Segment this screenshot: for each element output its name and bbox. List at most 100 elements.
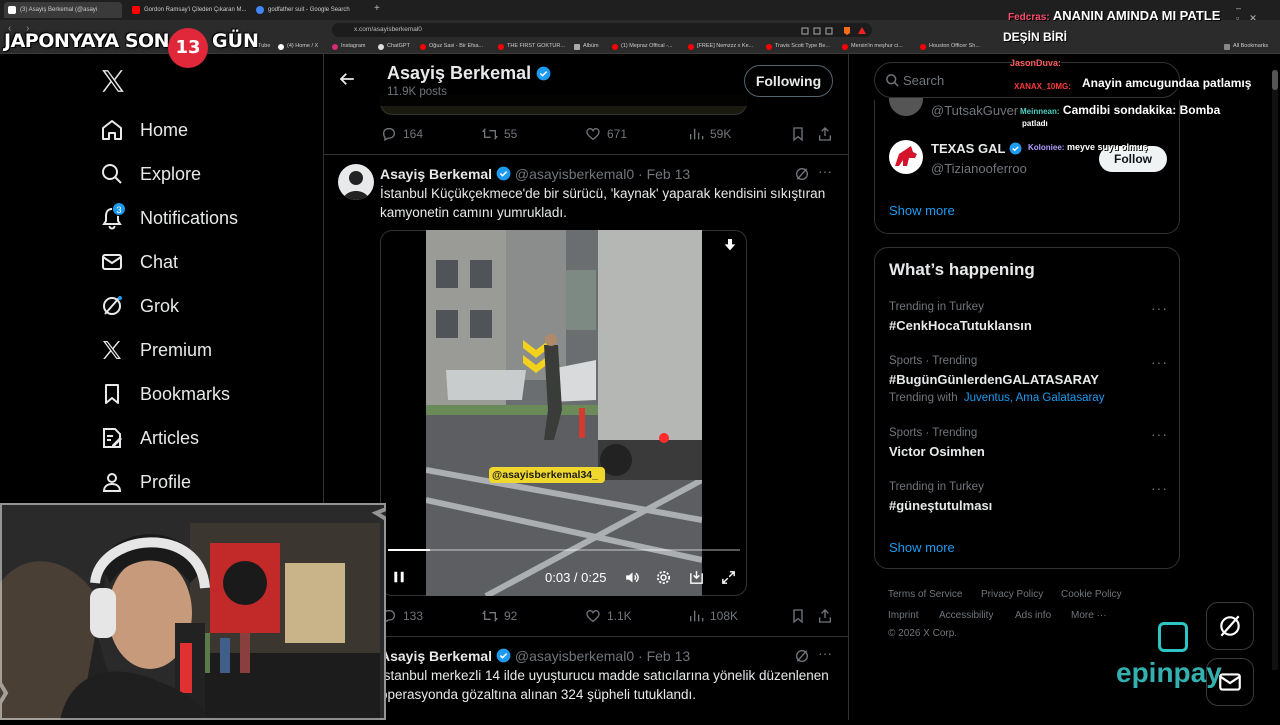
volume-icon[interactable] (624, 569, 641, 586)
retweet-button[interactable]: 55 (482, 126, 517, 142)
avatar[interactable] (889, 140, 923, 174)
video-progress-track[interactable] (388, 549, 740, 551)
picture-in-picture-icon[interactable] (688, 569, 705, 586)
tweet-header: Asayiş Berkemal @asayisberkemal0 · Feb 1… (380, 166, 690, 182)
nav-chat[interactable]: Chat (100, 247, 178, 277)
nav-explore[interactable]: Explore (100, 159, 201, 189)
author-name[interactable]: Asayiş Berkemal (380, 648, 492, 664)
bookmark-item[interactable]: Mersin'in meşhur ci... (842, 43, 903, 50)
more-options-icon[interactable]: ··· (1151, 480, 1168, 496)
grok-icon[interactable] (794, 648, 810, 664)
footer-link[interactable]: More ··· (1071, 610, 1107, 621)
nav-bookmarks[interactable]: Bookmarks (100, 379, 230, 409)
more-options-icon[interactable]: ··· (818, 163, 832, 179)
all-bookmarks[interactable]: All Bookmarks (1224, 43, 1269, 50)
nav-grok[interactable]: Grok (100, 291, 179, 321)
bookmark-item[interactable]: (1) Mepraz Offical -... (612, 43, 673, 50)
settings-gear-icon[interactable] (655, 569, 672, 586)
avatar[interactable] (889, 98, 923, 116)
tweet-text: İstanbul merkezli 14 ilde uyuşturucu mad… (380, 668, 829, 702)
grok-fab[interactable] (1206, 602, 1254, 650)
footer-link[interactable]: Terms of Service (888, 589, 962, 600)
bookmark-item[interactable]: Albüm (574, 43, 599, 50)
bookmark-item[interactable]: ChatGPT (378, 43, 410, 50)
tweet-date[interactable]: · Feb 13 (638, 648, 690, 664)
follow-name-text[interactable]: TEXAS GAL (931, 141, 1005, 156)
grok-icon[interactable] (794, 166, 810, 182)
trend-item[interactable]: Sports · Trending #BugünGünlerdenGALATAS… (875, 352, 1181, 412)
verified-badge-icon (536, 66, 551, 81)
scrollbar-thumb[interactable] (1272, 70, 1278, 90)
bookmark-label: All Bookmarks (1233, 43, 1269, 49)
more-options-icon[interactable]: ··· (1151, 354, 1168, 370)
bookmark-icon[interactable] (790, 608, 806, 624)
show-more-link[interactable]: Show more (889, 203, 955, 218)
author-name[interactable]: Asayiş Berkemal (380, 166, 492, 182)
views-button[interactable]: 59K (688, 126, 731, 142)
author-handle[interactable]: @asayisberkemal0 (515, 648, 634, 664)
browser-tab-1[interactable]: (3) Asayiş Berkemal (@asayi (4, 2, 122, 18)
like-button[interactable]: 1.1K (585, 608, 632, 624)
reply-count: 133 (403, 609, 424, 623)
footer-link[interactable]: Cookie Policy (1061, 589, 1122, 600)
show-more-link[interactable]: Show more (889, 540, 955, 555)
bookmark-item[interactable]: Houston Officer Sh... (920, 43, 980, 50)
new-tab-icon[interactable]: + (374, 3, 380, 14)
follow-handle[interactable]: @TutsakGuver (931, 103, 1018, 118)
nav-articles[interactable]: Articles (100, 423, 199, 453)
browser-action-icons[interactable] (800, 25, 870, 37)
trend-item[interactable]: Trending in Turkey #CenkHocaTutuklansın … (875, 298, 1181, 342)
footer-link[interactable]: Accessibility (939, 610, 993, 621)
following-button[interactable]: Following (744, 65, 833, 97)
bookmark-item[interactable]: (4) Home / X (278, 43, 318, 50)
grok-icon (103, 296, 122, 315)
browser-tab-3[interactable]: godfather suit - Google Search (252, 2, 372, 18)
retweet-button[interactable]: 92 (482, 608, 517, 624)
fullscreen-icon[interactable] (720, 569, 737, 586)
reply-button[interactable]: 164 (381, 126, 423, 142)
author-handle[interactable]: @asayisberkemal0 (515, 166, 634, 182)
bookmark-item[interactable]: Travis Scott Type Be... (766, 43, 830, 50)
webcam-overlay (0, 501, 388, 722)
bookmark-item[interactable]: Instagram (332, 43, 365, 50)
trend-item[interactable]: Trending in Turkey #güneştutulması ··· (875, 478, 1181, 522)
follow-handle[interactable]: @Tizianooferroo (931, 161, 1027, 176)
youtube-icon (766, 44, 772, 50)
avatar[interactable] (338, 164, 374, 200)
nav-label: Explore (140, 163, 202, 184)
trend-item[interactable]: Sports · Trending Victor Osimhen ··· (875, 424, 1181, 468)
webcam-feed (0, 501, 388, 722)
x-logo-icon[interactable] (100, 68, 126, 94)
footer-link[interactable]: Ads info (1015, 610, 1051, 621)
trend-related-links[interactable]: Juventus, Ama Galatasaray (964, 392, 1105, 404)
nav-premium[interactable]: Premium (100, 335, 212, 365)
bookmark-item[interactable]: [FREE] Nemzzz x Ke... (688, 43, 753, 50)
reply-button[interactable]: 133 (381, 608, 423, 624)
countdown-number: 13 (168, 28, 208, 68)
back-arrow-icon[interactable] (338, 70, 356, 88)
footer-link[interactable]: Imprint (888, 610, 919, 621)
more-options-icon[interactable]: ··· (1151, 426, 1168, 442)
browser-tab-2[interactable]: Gordon Ramsay'i Çileden Çıkaran M... (128, 2, 248, 18)
share-icon[interactable] (817, 608, 833, 624)
pause-icon[interactable] (392, 570, 406, 584)
bookmark-item[interactable]: THE FIRST GOKTUR... (498, 43, 565, 50)
more-options-icon[interactable]: ··· (818, 645, 832, 661)
bookmark-label: ChatGPT (387, 43, 410, 49)
bookmark-item[interactable]: Oğuz Sasi - Bir Efsa... (420, 43, 483, 50)
download-icon[interactable] (722, 237, 738, 253)
like-button[interactable]: 671 (585, 126, 627, 142)
more-options-icon[interactable]: ··· (1151, 300, 1168, 316)
share-icon[interactable] (817, 126, 833, 142)
nav-label: Bookmarks (140, 383, 231, 404)
nav-profile[interactable]: Profile (100, 467, 191, 497)
tweet-date[interactable]: · Feb 13 (638, 166, 690, 182)
views-button[interactable]: 108K (688, 608, 738, 624)
tab-title: godfather suit - Google Search (268, 7, 350, 13)
bookmark-icon[interactable] (790, 126, 806, 142)
footer-link[interactable]: Privacy Policy (981, 589, 1043, 600)
nav-home[interactable]: Home (100, 115, 188, 145)
page-scrollbar[interactable] (1272, 70, 1278, 670)
youtube-icon (612, 44, 618, 50)
url-field[interactable]: x.com/asayisberkemal0 (332, 23, 872, 37)
